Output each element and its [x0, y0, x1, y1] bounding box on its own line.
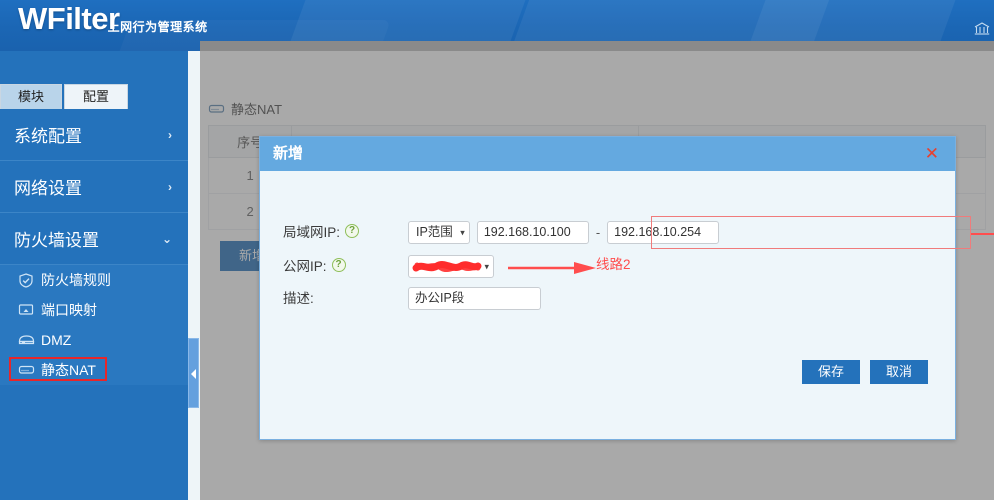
chevron-down-icon: ▾: [484, 256, 489, 277]
dmz-icon: [18, 333, 36, 348]
cancel-button[interactable]: 取消: [870, 360, 928, 384]
sidebar-item-dmz[interactable]: DMZ: [0, 325, 188, 355]
sidebar-item-label: 端口映射: [41, 300, 97, 320]
chevron-down-icon: ⌄: [162, 232, 172, 246]
static-nat-icon: [18, 363, 36, 378]
bank-icon[interactable]: [972, 22, 992, 42]
sidebar: 模块 配置 系统配置 › 网络设置 › 防火墙设置 ⌄: [0, 51, 188, 500]
save-button[interactable]: 保存: [802, 360, 860, 384]
chevron-right-icon: ›: [168, 128, 172, 142]
description-label-group: 描述:: [283, 287, 314, 307]
sidebar-item-label: 静态NAT: [41, 360, 96, 380]
redaction-mark: [415, 259, 479, 274]
add-record-dialog: 新增 ✕ 局域网IP: ? IP范围 ▾ 192.168.10.100 - 19…: [259, 136, 956, 440]
dim-overlay-top: [200, 41, 994, 51]
app-root: WFilter 上网行为管理系统 模块 配置 系统配置 › 网络设置 › 防火: [0, 0, 994, 500]
dialog-header: 新增 ✕: [260, 137, 955, 171]
port-mapping-icon: [18, 303, 36, 318]
dialog-title: 新增: [273, 145, 303, 162]
sidebar-collapse-handle[interactable]: [188, 338, 199, 408]
wan-ip-label: 公网IP:: [283, 255, 327, 275]
annotation-arrow-wan: [508, 261, 596, 275]
tab-modules[interactable]: 模块: [0, 84, 62, 109]
wan-ip-select[interactable]: ▾: [408, 255, 494, 278]
chevron-right-icon: ›: [168, 180, 172, 194]
chevron-down-icon: ▾: [460, 222, 465, 243]
brand-logo: WFilter 上网行为管理系统: [18, 2, 208, 36]
annotation-label-wan: 线路2: [596, 253, 631, 273]
sidebar-item-label: 网络设置: [14, 174, 82, 199]
wan-ip-row: ▾: [408, 255, 494, 278]
lan-ip-end-input[interactable]: 192.168.10.254: [607, 221, 719, 244]
brand-name: WFilter: [18, 2, 120, 36]
lan-ip-label-group: 局域网IP: ?: [283, 221, 359, 241]
lan-ip-mode-select[interactable]: IP范围 ▾: [408, 221, 470, 244]
dialog-body: 局域网IP: ? IP范围 ▾ 192.168.10.100 - 192.168…: [260, 171, 955, 440]
help-icon[interactable]: ?: [332, 258, 346, 272]
lan-ip-row: IP范围 ▾ 192.168.10.100 - 192.168.10.254: [408, 221, 719, 244]
shield-check-icon: [18, 273, 36, 288]
description-input[interactable]: 办公IP段: [408, 287, 541, 310]
chevron-left-icon: [191, 369, 196, 379]
sidebar-item-static-nat[interactable]: 静态NAT: [0, 355, 188, 385]
wan-ip-label-group: 公网IP: ?: [283, 255, 346, 275]
sidebar-item-firewall-rules[interactable]: 防火墙规则: [0, 265, 188, 295]
lan-ip-start-input[interactable]: 192.168.10.100: [477, 221, 589, 244]
description-label: 描述:: [283, 287, 314, 307]
redaction-scribble-icon: [415, 259, 479, 274]
annotation-arrow-lan: [971, 228, 994, 240]
help-icon[interactable]: ?: [345, 224, 359, 238]
close-icon[interactable]: ✕: [925, 137, 939, 171]
sidebar-item-firewall-settings[interactable]: 防火墙设置 ⌄: [0, 213, 188, 265]
sidebar-rail: [188, 51, 200, 500]
brand-tagline: 上网行为管理系统: [108, 20, 208, 34]
sidebar-tab-bar: 模块 配置: [0, 84, 188, 109]
sidebar-item-network-settings[interactable]: 网络设置 ›: [0, 161, 188, 213]
description-row: 办公IP段: [408, 287, 541, 310]
sidebar-item-label: DMZ: [41, 332, 71, 348]
sidebar-item-port-mapping[interactable]: 端口映射: [0, 295, 188, 325]
sidebar-item-label: 防火墙设置: [14, 226, 99, 251]
lan-ip-mode-value: IP范围: [416, 225, 453, 239]
range-separator: -: [596, 225, 600, 240]
sidebar-item-system-config[interactable]: 系统配置 ›: [0, 109, 188, 161]
sidebar-nav: 系统配置 › 网络设置 › 防火墙设置 ⌄ 防火墙规则: [0, 109, 188, 385]
dialog-actions: 保存 取消: [802, 360, 928, 384]
sidebar-item-label: 系统配置: [14, 122, 82, 147]
sidebar-item-label: 防火墙规则: [41, 270, 111, 290]
tab-config[interactable]: 配置: [64, 84, 128, 109]
lan-ip-label: 局域网IP:: [283, 221, 340, 241]
